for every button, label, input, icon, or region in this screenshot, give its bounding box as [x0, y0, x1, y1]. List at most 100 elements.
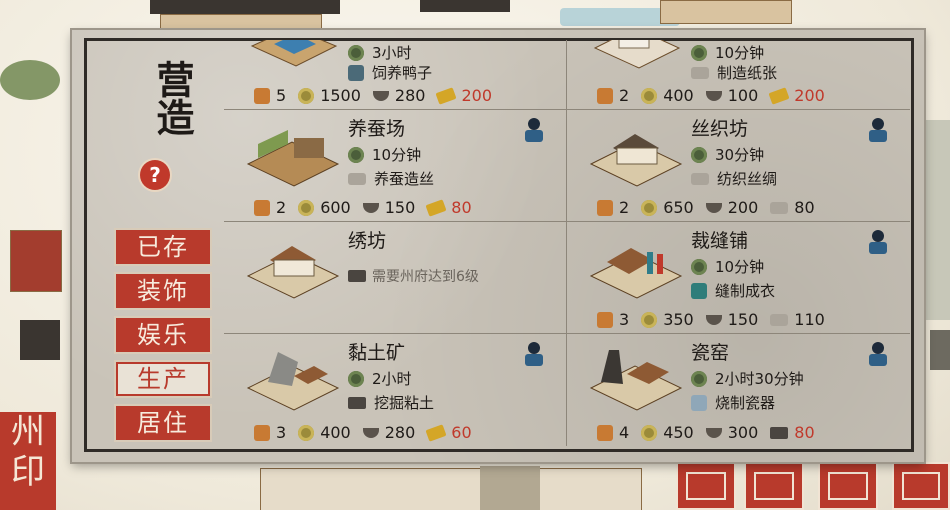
fish-icon	[348, 64, 364, 81]
cost-tickets: 80	[451, 198, 472, 217]
category-decoration[interactable]: 装饰	[116, 274, 210, 308]
cost-row: 5 1500 280 200	[254, 86, 498, 105]
duration: 10分钟	[715, 258, 765, 276]
cost-workers: 4	[619, 423, 630, 442]
cost-workers: 2	[619, 86, 630, 105]
coin-icon	[641, 199, 658, 216]
duration: 30分钟	[715, 146, 765, 164]
building-card-silk-weaving[interactable]: 丝织坊 30分钟 纺织丝绸 2 650 200 80	[567, 110, 910, 222]
paper-icon	[691, 66, 709, 79]
porcelain-icon	[691, 394, 707, 411]
food-bowl-icon	[362, 202, 379, 213]
cost-workers: 3	[619, 310, 630, 329]
building-grid: 3小时 饲养鸭子 5 1500 280 200 10分钟 制造纸张 2 400 …	[224, 40, 910, 452]
cost-row: 2 650 200 80	[597, 198, 821, 217]
food-bowl-icon	[362, 427, 379, 438]
building-card-paper-mill[interactable]: 10分钟 制造纸张 2 400 100 200	[567, 40, 910, 110]
ticket-icon	[425, 423, 447, 442]
duration: 3小时	[372, 44, 412, 62]
cost-row: 2 600 150 80	[254, 198, 478, 217]
cost-coins: 1500	[320, 86, 361, 105]
clock-icon	[348, 370, 364, 387]
lock-icon	[348, 270, 366, 282]
help-button[interactable]: ?	[140, 160, 170, 190]
resident-avatar-icon	[525, 342, 543, 366]
category-residence[interactable]: 居住	[116, 406, 210, 440]
cost-food: 150	[384, 198, 416, 217]
building-card-embroidery[interactable]: 绣坊 需要州府达到6级	[224, 222, 567, 334]
clock-icon	[348, 44, 364, 61]
duration: 10分钟	[715, 44, 765, 62]
building-name: 黏土矿	[348, 342, 406, 364]
building-image	[593, 40, 681, 69]
building-name: 裁缝铺	[691, 230, 749, 252]
building-name: 瓷窑	[691, 342, 730, 364]
cost-workers: 5	[276, 86, 287, 105]
building-name: 养蚕场	[348, 118, 406, 140]
cost-material: 80	[794, 423, 815, 442]
silkworm-icon	[348, 172, 366, 185]
menu-stamp-2[interactable]	[744, 462, 804, 510]
coin-icon	[298, 87, 315, 104]
worker-icon	[597, 424, 613, 441]
cost-food: 100	[727, 86, 759, 105]
category-production[interactable]: 生产	[116, 362, 210, 396]
clothes-icon	[691, 282, 707, 299]
cost-material: 80	[794, 198, 815, 217]
cost-food: 280	[384, 423, 416, 442]
product: 制造纸张	[717, 64, 778, 82]
silkworm-material-icon	[770, 201, 789, 214]
cost-tickets: 200	[461, 86, 492, 105]
coin-icon	[641, 311, 658, 328]
building-card-porcelain-kiln[interactable]: 瓷窑 2小时30分钟 烧制瓷器 4 450 300 80	[567, 334, 910, 446]
coin-icon	[641, 87, 658, 104]
menu-stamp-1[interactable]	[676, 462, 736, 510]
worker-icon	[254, 87, 270, 104]
clock-icon	[691, 258, 707, 275]
coin-icon	[298, 199, 315, 216]
food-bowl-icon	[705, 90, 722, 101]
ticket-icon	[768, 86, 790, 105]
resident-avatar-icon	[869, 118, 887, 142]
building-image	[589, 248, 683, 299]
building-image	[246, 246, 340, 299]
coin-icon	[298, 424, 315, 441]
product: 纺织丝绸	[717, 170, 778, 188]
cost-coins: 350	[663, 310, 694, 329]
building-card-tailor[interactable]: 裁缝铺 10分钟 缝制成衣 3 350 150 110	[567, 222, 910, 334]
resident-avatar-icon	[525, 118, 543, 142]
cost-food: 150	[727, 310, 759, 329]
cost-row: 4 450 300 80	[597, 423, 821, 442]
building-name: 丝织坊	[691, 118, 749, 140]
cost-workers: 2	[276, 198, 287, 217]
product: 缝制成衣	[715, 282, 776, 300]
coin-icon	[641, 424, 658, 441]
menu-stamp-3[interactable]	[818, 462, 878, 510]
food-bowl-icon	[705, 427, 722, 438]
clock-icon	[691, 146, 707, 163]
worker-icon	[597, 311, 613, 328]
category-stored[interactable]: 已存	[116, 230, 210, 264]
category-entertainment[interactable]: 娱乐	[116, 318, 210, 352]
food-bowl-icon	[705, 314, 722, 325]
duration: 2小时30分钟	[715, 370, 804, 388]
resident-avatar-icon	[869, 342, 887, 366]
cost-food: 280	[394, 86, 426, 105]
building-image	[589, 350, 683, 411]
cost-row: 3 350 150 110	[597, 310, 831, 329]
food-bowl-icon	[372, 90, 389, 101]
menu-stamp-4[interactable]	[892, 462, 950, 510]
cost-coins: 400	[320, 423, 351, 442]
product: 挖掘粘土	[374, 394, 435, 412]
worker-icon	[254, 199, 270, 216]
prefecture-seal: 州印	[0, 412, 56, 510]
building-card-duck-farm[interactable]: 3小时 饲养鸭子 5 1500 280 200	[224, 40, 567, 110]
product: 饲养鸭子	[372, 64, 433, 82]
cost-coins: 600	[320, 198, 351, 217]
panel-title: 营造	[150, 60, 195, 136]
ticket-icon	[435, 86, 457, 105]
building-card-clay-mine[interactable]: 黏土矿 2小时 挖掘粘土 3 400 280 60	[224, 334, 567, 446]
construction-panel: 营造 ? 已存 装饰 娱乐 生产 居住 3小时 饲养鸭子 5 1500 280 …	[72, 30, 924, 462]
clay-icon	[348, 396, 366, 409]
building-card-sericulture[interactable]: 养蚕场 10分钟 养蚕造丝 2 600 150 80	[224, 110, 567, 222]
